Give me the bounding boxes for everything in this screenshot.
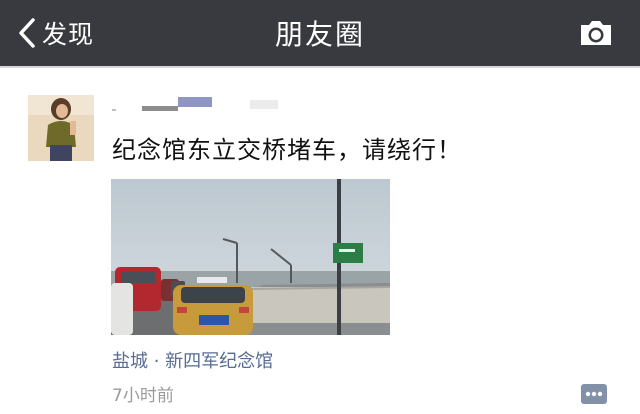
post-text: 纪念馆东立交桥堵车，请绕行！ [112, 136, 462, 164]
avatar[interactable] [28, 95, 94, 161]
camera-icon[interactable] [578, 18, 614, 48]
blurred-username [112, 97, 278, 111]
navigation-bar: 发现 朋友圈 [0, 0, 640, 66]
location-link[interactable]: 盐城 · 新四军纪念馆 [112, 347, 273, 373]
post-time: 7小时前 [112, 386, 174, 406]
header-divider [0, 66, 640, 68]
comment-icon[interactable] [580, 382, 608, 406]
post-photo[interactable] [111, 179, 390, 335]
traffic-jam-photo [111, 179, 390, 335]
page-title: 朋友圈 [274, 18, 365, 51]
avatar-photo [28, 95, 94, 161]
